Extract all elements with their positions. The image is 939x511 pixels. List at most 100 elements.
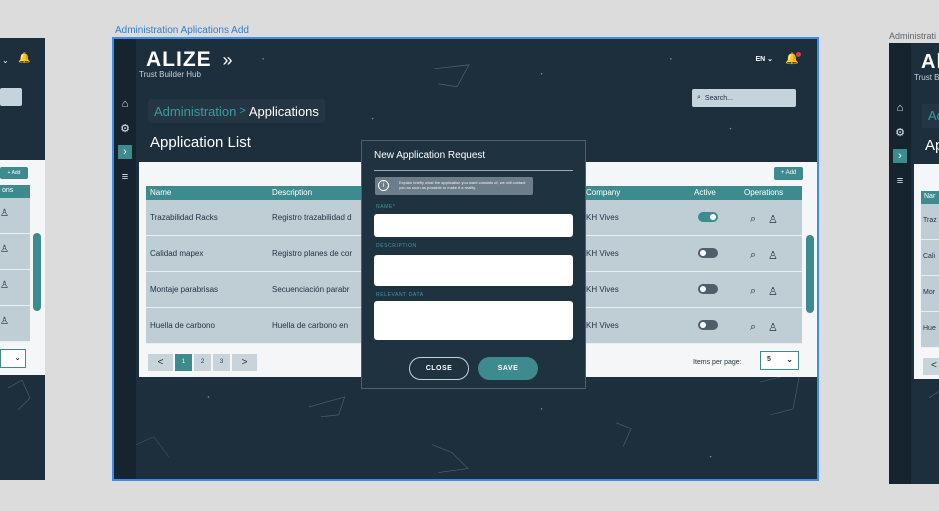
items-per-page-select[interactable]: 5 ⌄ (760, 351, 799, 370)
search-placeholder: Search... (704, 94, 733, 102)
search-icon[interactable]: ⌕ (750, 249, 756, 262)
items-per-page-select[interactable]: ⌄ (0, 349, 26, 368)
breadcrumb-separator: > (239, 105, 246, 117)
notification-dot (796, 52, 801, 57)
cell-description: Registro planes de cor (272, 249, 353, 258)
user-icon[interactable]: ♙ (768, 249, 778, 262)
active-toggle[interactable] (698, 248, 718, 258)
breadcrumb: Administration > Applications (148, 99, 325, 123)
user-icon[interactable]: ♙ (768, 213, 778, 226)
user-icon[interactable]: ♙ (0, 244, 9, 255)
column-header-name[interactable]: Name (150, 188, 171, 197)
description-field[interactable] (374, 255, 573, 286)
column-header-company[interactable]: Company (586, 188, 620, 197)
column-header-active[interactable]: Active (694, 188, 716, 197)
prev-page-button[interactable]: < (923, 358, 939, 375)
edit-list-icon[interactable]: ≡ (893, 174, 907, 188)
table-row[interactable]: Hue (921, 312, 939, 348)
user-icon[interactable]: ♙ (0, 316, 9, 327)
search-icon[interactable]: ⌕ (750, 285, 756, 298)
add-application-button[interactable]: + Add (774, 167, 803, 180)
gear-icon[interactable]: ⚙ (893, 126, 907, 140)
design-canvas: ⌄ 🔔 + Add ons ♙ ♙ ♙ ♙ ⌄ Administration A… (0, 0, 939, 511)
table-row[interactable]: Traz (921, 204, 939, 240)
user-icon[interactable]: ♙ (768, 321, 778, 334)
cell-company: KH Vives (586, 285, 619, 294)
edit-list-icon[interactable]: ≡ (118, 170, 132, 184)
column-header-fragment: Nar (921, 191, 939, 204)
home-icon[interactable]: ⌂ (893, 101, 907, 115)
expand-menu-icon[interactable]: › (893, 149, 907, 163)
language-selector[interactable]: EN ⌄ (755, 55, 773, 63)
brand-name: ALIZE (146, 48, 212, 71)
scrollbar[interactable] (806, 235, 814, 313)
scrollbar[interactable] (33, 233, 41, 311)
chevrons-icon[interactable]: » (223, 50, 234, 70)
close-button[interactable]: CLOSE (409, 357, 469, 380)
side-rail: ⌂ ⚙ › ≡ (114, 39, 136, 479)
items-per-page-label: Items per page: (693, 359, 742, 366)
bell-icon[interactable]: 🔔 (18, 53, 30, 64)
page-title: Application List (150, 134, 251, 151)
name-field[interactable] (374, 214, 573, 237)
home-icon[interactable]: ⌂ (118, 97, 132, 111)
side-rail: ⌂ ⚙ › ≡ (889, 43, 911, 484)
cell-name: Calidad mapex (150, 249, 204, 258)
table-row[interactable]: ♙ (0, 198, 30, 234)
left-artboard: ⌄ 🔔 + Add ons ♙ ♙ ♙ ♙ ⌄ (0, 38, 45, 480)
cell-company: KH Vives (586, 249, 619, 258)
table-row[interactable]: ♙ (0, 306, 30, 342)
right-artboard: ⌂ ⚙ › ≡ Al Trust B Ac Ap Nar Traz Cali M… (889, 43, 939, 484)
table-row[interactable]: ♙ (0, 234, 30, 270)
search-input[interactable]: ⌕ Search... (692, 89, 796, 107)
frame-label: Administration Aplications Add (115, 25, 249, 36)
gear-icon[interactable]: ⚙ (118, 122, 132, 136)
column-header-description[interactable]: Description (272, 188, 312, 197)
divider (374, 170, 573, 171)
next-page-button[interactable]: > (232, 354, 257, 371)
search-input-fragment[interactable] (0, 88, 22, 106)
search-icon[interactable]: ⌕ (750, 321, 756, 334)
save-button[interactable]: SAVE (478, 357, 538, 380)
cell-name: Trazabilidad Racks (150, 213, 218, 222)
relevant-data-field-label: RELEVANT DATA (376, 292, 424, 298)
page-title: Ap (925, 137, 939, 154)
main-artboard: ⌂ ⚙ › ≡ ALIZE » Trust Builder Hub EN ⌄ 🔔… (112, 37, 819, 481)
brand-logo: Al (921, 51, 939, 73)
expand-menu-icon[interactable]: › (118, 145, 132, 159)
cell-description: Secuenciación parabr (272, 285, 350, 294)
relevant-data-field[interactable] (374, 301, 573, 340)
breadcrumb[interactable]: Ac (922, 104, 939, 128)
prev-page-button[interactable]: < (148, 354, 173, 371)
page-button-3[interactable]: 3 (213, 354, 230, 371)
cell-name: Huella de carbono (150, 321, 215, 330)
items-per-page-value: 5 (767, 356, 771, 363)
page-button-2[interactable]: 2 (194, 354, 211, 371)
user-icon[interactable]: ♙ (0, 208, 9, 219)
search-icon[interactable]: ⌕ (750, 213, 756, 226)
breadcrumb-parent[interactable]: Administration (154, 104, 236, 119)
user-icon[interactable]: ♙ (768, 285, 778, 298)
search-icon: ⌕ (697, 94, 701, 101)
language-chevron[interactable]: ⌄ (2, 56, 9, 65)
cell-description: Registro trazabilidad d (272, 213, 352, 222)
frame-label: Administrati (889, 31, 937, 41)
column-header-operations: Operations (744, 188, 784, 197)
user-icon[interactable]: ♙ (0, 280, 9, 291)
active-toggle[interactable] (698, 284, 718, 294)
info-text: Explain briefly what the application you… (399, 180, 526, 190)
table-row[interactable]: Cali (921, 240, 939, 276)
add-button[interactable]: + Add (0, 167, 28, 179)
table-panel-fragment: + Add ons ♙ ♙ ♙ ♙ ⌄ (0, 160, 45, 375)
table-row[interactable]: ♙ (0, 270, 30, 306)
table-row[interactable]: Mor (921, 276, 939, 312)
pagination: < 1 2 3 > (148, 354, 257, 371)
info-icon: i (378, 180, 389, 191)
cell-company: KH Vives (586, 321, 619, 330)
new-application-modal: New Application Request i Explain briefl… (361, 140, 586, 389)
page-button-1[interactable]: 1 (175, 354, 192, 371)
active-toggle[interactable] (698, 320, 718, 330)
cell-company: KH Vives (586, 213, 619, 222)
chevron-down-icon: ⌄ (786, 355, 793, 364)
active-toggle[interactable] (698, 212, 718, 222)
